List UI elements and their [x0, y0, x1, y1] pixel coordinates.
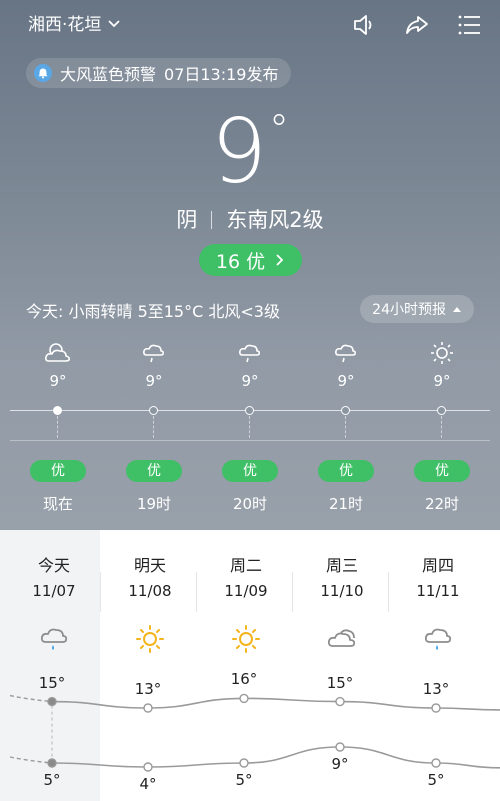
quality-badge: 优	[222, 460, 278, 482]
forecast-24h-toggle[interactable]: 24小时预报	[360, 295, 474, 323]
high-temp-label: 13°	[134, 680, 162, 698]
low-temp-label: 4°	[139, 775, 157, 793]
share-icon[interactable]	[404, 12, 430, 38]
alert-time: 07日13:19发布	[164, 65, 279, 84]
location-selector[interactable]: 湘西·花垣	[28, 10, 121, 35]
hour-dash	[153, 416, 154, 438]
speaker-icon[interactable]	[352, 12, 378, 38]
high-temp-lead-line	[9, 694, 53, 703]
hour-label: 20时	[232, 495, 268, 513]
hour-label: 现在	[42, 495, 73, 513]
high-temp-label: 16°	[230, 670, 258, 689]
quality-badge: 优	[126, 460, 182, 482]
low-temp-label: 9°	[331, 755, 349, 773]
high-temp-point	[143, 703, 153, 713]
aqi-label: 优	[246, 250, 266, 273]
high-temp-point	[431, 703, 441, 713]
cloudy-icon	[45, 343, 70, 362]
caret-up-icon	[453, 307, 461, 312]
forecast-24h-label: 24小时预报	[372, 302, 446, 318]
drizzle-icon	[335, 344, 357, 363]
sunny-icon	[431, 342, 453, 364]
hour-dash	[57, 416, 58, 438]
current-weather-panel: 湘西·花垣 大风蓝色预警 07日13:19发布 9° 阴 东南风2级 16 优 …	[0, 0, 500, 530]
drizzle-icon	[239, 344, 261, 363]
today-summary: 今天: 小雨转晴 5至15°C 北风<3级	[26, 302, 280, 321]
menu-icon[interactable]	[456, 12, 482, 38]
alert-title: 大风蓝色预警	[60, 65, 157, 84]
aqi-value: 16	[215, 250, 241, 273]
hour-temp: 9°	[433, 372, 451, 390]
quality-badge: 优	[30, 460, 86, 482]
temperature-value: 9	[211, 100, 267, 203]
hour-label: 22时	[424, 495, 460, 513]
condition-text: 阴	[176, 208, 198, 232]
low-temp-point	[335, 742, 345, 752]
wind-text: 东南风2级	[226, 208, 324, 232]
high-temp-point	[335, 696, 345, 707]
high-temp-label: 15°	[326, 673, 354, 692]
hour-temp: 9°	[145, 372, 163, 390]
hour-dot	[341, 406, 350, 415]
hour-temp: 9°	[337, 372, 355, 390]
high-temp-point	[47, 696, 57, 707]
low-temp-label: 5°	[427, 771, 445, 789]
hour-dot	[245, 406, 254, 415]
low-temp-point	[47, 758, 57, 768]
hour-dash	[249, 416, 250, 438]
quality-badge: 优	[414, 460, 470, 482]
hour-label: 19时	[136, 495, 172, 513]
low-temp-point	[143, 762, 153, 772]
divider	[211, 211, 213, 229]
hour-temp: 9°	[49, 372, 67, 390]
header-actions	[352, 12, 482, 38]
high-temp-point	[239, 693, 249, 704]
hour-dash	[441, 416, 442, 438]
hour-dot	[149, 406, 158, 415]
drizzle-icon	[143, 344, 165, 363]
temperature-trend-chart	[9, 693, 500, 772]
hour-label: 21时	[328, 495, 364, 513]
chevron-right-icon	[276, 254, 284, 266]
quality-badge: 优	[318, 460, 374, 482]
current-condition: 阴 东南风2级	[0, 204, 500, 234]
current-temperature: 9°	[0, 108, 500, 196]
low-temp-label: 5°	[43, 771, 61, 789]
location-name: 湘西·花垣	[28, 15, 102, 35]
low-temp-lead-line	[9, 756, 53, 764]
low-temp-label: 5°	[235, 771, 253, 789]
high-temp-label: 15°	[38, 673, 66, 692]
low-temp-point	[431, 758, 441, 768]
high-temp-label: 13°	[422, 680, 450, 698]
chevron-down-icon	[108, 19, 121, 27]
weather-alert-pill[interactable]: 大风蓝色预警 07日13:19发布	[26, 58, 291, 88]
hour-dot	[53, 406, 62, 415]
low-temp-point	[239, 758, 249, 768]
hourly-forecast: 9° 优 现在 9° 优 19时 9° 优 20时 9° 优 21时 9° 优 …	[0, 340, 500, 530]
hour-dot	[437, 406, 446, 415]
aqi-badge[interactable]: 16 优	[199, 244, 302, 276]
degree-symbol: °	[269, 107, 289, 153]
bell-icon	[34, 64, 52, 82]
hourly-baseline	[10, 440, 490, 441]
hour-dash	[345, 416, 346, 438]
hour-temp: 9°	[241, 372, 259, 390]
